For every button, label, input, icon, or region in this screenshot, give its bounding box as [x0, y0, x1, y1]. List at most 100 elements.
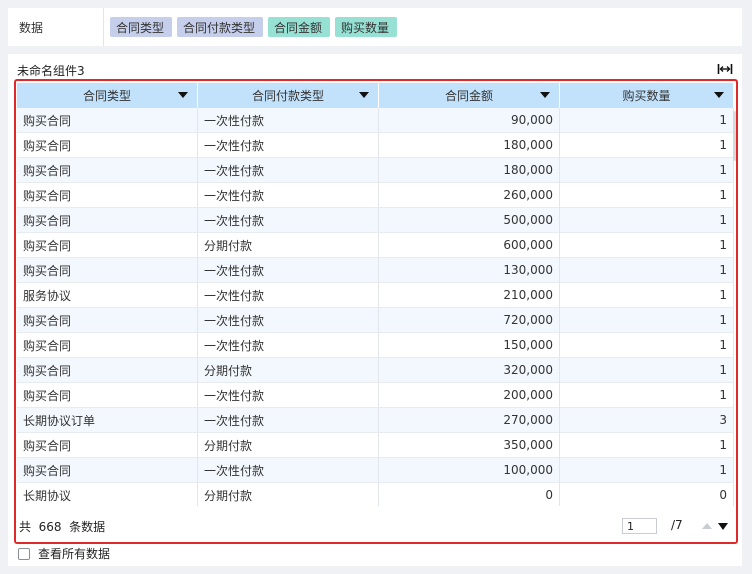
table-cell: 一次性付款 [198, 183, 379, 208]
table-row[interactable]: 购买合同 分期付款 600,000 1 [17, 233, 734, 258]
field-chip[interactable]: 购买数量 [335, 17, 398, 37]
table-cell: 长期协议订单 [17, 408, 198, 433]
table-cell: 3 [560, 408, 734, 433]
table-cell: 1 [560, 283, 734, 308]
table-cell: 150,000 [379, 333, 560, 358]
table-row[interactable]: 购买合同 分期付款 350,000 1 [17, 433, 734, 458]
table-cell: 购买合同 [17, 158, 198, 183]
data-panel-label: 数据 [8, 8, 104, 46]
table-cell: 350,000 [379, 433, 560, 458]
column-header-label: 合同金额 [444, 89, 493, 103]
table-row[interactable]: 服务协议 一次性付款 210,000 1 [17, 283, 734, 308]
total-pages-text: /7 [671, 518, 683, 532]
table-cell: 130,000 [379, 258, 560, 283]
table-cell: 购买合同 [17, 433, 198, 458]
sort-dropdown-icon[interactable] [540, 92, 550, 98]
field-chip[interactable]: 合同类型 [110, 17, 173, 37]
column-header-label: 合同类型 [82, 89, 131, 103]
table-cell: 购买合同 [17, 333, 198, 358]
table-cell: 购买合同 [17, 233, 198, 258]
table-row[interactable]: 购买合同 分期付款 320,000 1 [17, 358, 734, 383]
table-cell: 1 [560, 458, 734, 483]
data-table: 合同类型 合同付款类型 合同金额 购买数量 购买合同 一次性付款 90,000 1 购买合同一… [17, 83, 734, 508]
table-cell: 购买合同 [17, 183, 198, 208]
table-cell: 分期付款 [198, 358, 379, 383]
table-row[interactable]: 购买合同 一次性付款 90,000 1 [17, 108, 734, 133]
table-cell: 1 [560, 233, 734, 258]
sort-dropdown-icon[interactable] [178, 92, 188, 98]
table-cell: 一次性付款 [198, 208, 379, 233]
table-cell: 一次性付款 [198, 133, 379, 158]
table-cell: 1 [560, 158, 734, 183]
vertical-scrollbar[interactable] [733, 111, 736, 161]
table-row[interactable]: 购买合同 一次性付款 260,000 1 [17, 183, 734, 208]
table-cell: 180,000 [379, 158, 560, 183]
table-cell: 购买合同 [17, 208, 198, 233]
table-header-row: 合同类型 合同付款类型 合同金额 购买数量 [17, 83, 734, 108]
table-cell: 0 [379, 483, 560, 508]
table-row[interactable]: 购买合同 一次性付款 180,000 1 [17, 158, 734, 183]
table-cell: 一次性付款 [198, 108, 379, 133]
table-cell: 100,000 [379, 458, 560, 483]
next-page-icon[interactable] [718, 523, 728, 530]
table-cell: 购买合同 [17, 108, 198, 133]
table-cell: 1 [560, 208, 734, 233]
table-cell: 一次性付款 [198, 158, 379, 183]
table-cell: 1 [560, 433, 734, 458]
table-cell: 一次性付款 [198, 258, 379, 283]
sort-dropdown-icon[interactable] [359, 92, 369, 98]
column-header-label: 购买数量 [622, 89, 671, 103]
field-chip[interactable]: 合同付款类型 [177, 17, 264, 37]
table-body: 购买合同 一次性付款 90,000 1 购买合同 一次性付款 180,000 1 购买合同 一次性… [17, 108, 734, 508]
view-all-checkbox[interactable] [18, 547, 30, 560]
view-all-label: 查看所有数据 [38, 547, 111, 561]
table-cell: 260,000 [379, 183, 560, 208]
expand-width-icon[interactable] [717, 63, 733, 75]
column-header-label: 合同付款类型 [251, 89, 324, 103]
column-header[interactable]: 合同类型 [17, 83, 198, 108]
column-header[interactable]: 合同金额 [379, 83, 560, 108]
column-header[interactable]: 合同付款类型 [198, 83, 379, 108]
table-cell: 1 [560, 133, 734, 158]
table-cell: 1 [560, 383, 734, 408]
table-cell: 购买合同 [17, 133, 198, 158]
total-count-text: 共 668 条数据 [19, 520, 106, 534]
table-cell: 1 [560, 308, 734, 333]
table-cell: 购买合同 [17, 258, 198, 283]
table-row[interactable]: 购买合同 一次性付款 150,000 1 [17, 333, 734, 358]
table-cell: 90,000 [379, 108, 560, 133]
table-row[interactable]: 购买合同 一次性付款 130,000 1 [17, 258, 734, 283]
table-cell: 200,000 [379, 383, 560, 408]
table-cell: 购买合同 [17, 383, 198, 408]
table-cell: 1 [560, 358, 734, 383]
table-cell: 1 [560, 183, 734, 208]
table-cell: 分期付款 [198, 233, 379, 258]
column-header[interactable]: 购买数量 [560, 83, 734, 108]
data-table-frame: 合同类型 合同付款类型 合同金额 购买数量 购买合同 一次性付款 90,000 1 购买合同一… [14, 79, 738, 544]
table-cell: 600,000 [379, 233, 560, 258]
table-row[interactable]: 购买合同 一次性付款 720,000 1 [17, 308, 734, 333]
table-cell: 1 [560, 258, 734, 283]
table-cell: 一次性付款 [198, 383, 379, 408]
view-all-data-toggle[interactable]: 查看所有数据 [18, 545, 110, 562]
sort-dropdown-icon[interactable] [714, 92, 724, 98]
table-cell: 一次性付款 [198, 308, 379, 333]
table-row[interactable]: 长期协议订单 一次性付款 270,000 3 [17, 408, 734, 433]
component-title: 未命名组件3 [17, 64, 85, 78]
prev-page-icon[interactable] [702, 523, 712, 529]
table-cell: 一次性付款 [198, 458, 379, 483]
table-row[interactable]: 购买合同 一次性付款 100,000 1 [17, 458, 734, 483]
page-number-input[interactable] [622, 518, 657, 534]
table-cell: 1 [560, 108, 734, 133]
table-row[interactable]: 购买合同 一次性付款 180,000 1 [17, 133, 734, 158]
table-cell: 320,000 [379, 358, 560, 383]
field-chip[interactable]: 合同金额 [268, 17, 331, 37]
table-cell: 720,000 [379, 308, 560, 333]
table-row[interactable]: 长期协议 分期付款 0 0 [17, 483, 734, 508]
table-row[interactable]: 购买合同 一次性付款 500,000 1 [17, 208, 734, 233]
table-cell: 一次性付款 [198, 408, 379, 433]
table-cell: 购买合同 [17, 308, 198, 333]
table-cell: 分期付款 [198, 433, 379, 458]
data-panel: 数据 合同类型 合同付款类型 合同金额 购买数量 [8, 8, 742, 46]
table-row[interactable]: 购买合同 一次性付款 200,000 1 [17, 383, 734, 408]
